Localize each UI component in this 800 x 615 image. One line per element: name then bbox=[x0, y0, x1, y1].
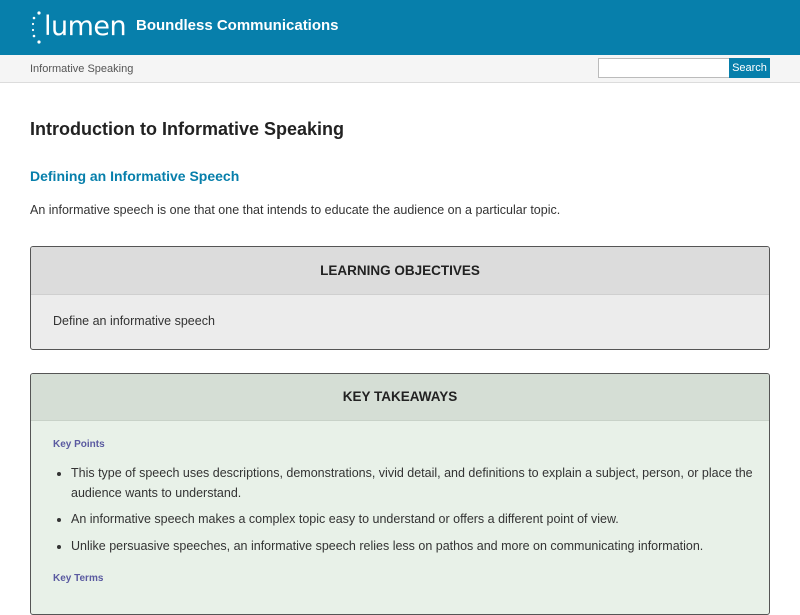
learning-objectives-box: LEARNING OBJECTIVES Define an informativ… bbox=[30, 246, 770, 350]
key-point-item: This type of speech uses descriptions, d… bbox=[71, 464, 769, 503]
search-button[interactable]: Search bbox=[729, 58, 770, 78]
key-points-list: This type of speech uses descriptions, d… bbox=[53, 464, 769, 563]
page-title: Introduction to Informative Speaking bbox=[30, 119, 345, 139]
intro-paragraph: An informative speech is one that one th… bbox=[30, 203, 561, 217]
breadcrumb[interactable]: Informative Speaking bbox=[30, 63, 133, 75]
key-takeaways-title: KEY TAKEAWAYS bbox=[31, 374, 769, 421]
lumen-logo[interactable]: lumen bbox=[30, 10, 127, 46]
key-point-item: Unlike persuasive speeches, an informati… bbox=[71, 537, 769, 557]
section-heading: Defining an Informative Speech bbox=[30, 168, 240, 184]
key-terms-label: Key Terms bbox=[53, 573, 104, 584]
site-title[interactable]: Boundless Communications bbox=[136, 17, 339, 34]
sub-navigation-bar: Informative Speaking Search bbox=[0, 55, 800, 83]
learning-objectives-title: LEARNING OBJECTIVES bbox=[31, 247, 769, 295]
search-input[interactable] bbox=[598, 58, 730, 78]
learning-objective-item: Define an informative speech bbox=[53, 314, 215, 328]
key-point-item: An informative speech makes a complex to… bbox=[71, 510, 769, 530]
key-points-label: Key Points bbox=[53, 439, 105, 450]
top-header-bar: lumen Boundless Communications bbox=[0, 0, 800, 55]
logo-text: lumen bbox=[44, 11, 127, 42]
key-takeaways-box: KEY TAKEAWAYS Key Points This type of sp… bbox=[30, 373, 770, 615]
